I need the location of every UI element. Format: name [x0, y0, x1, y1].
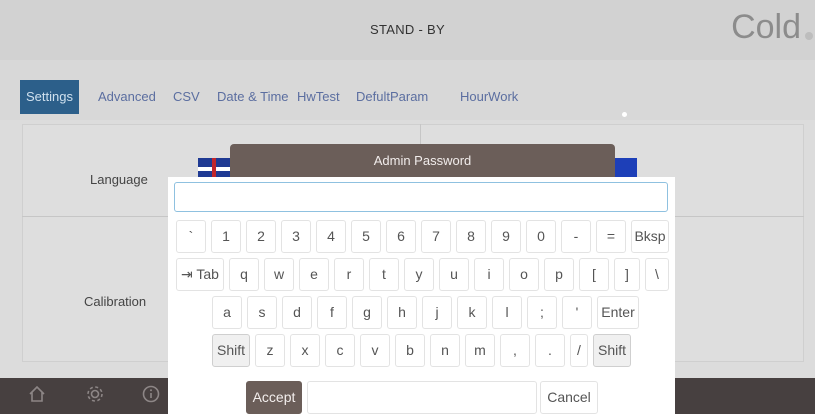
password-input[interactable] — [174, 182, 668, 212]
key-slash[interactable]: / — [570, 334, 588, 367]
key-t[interactable]: t — [369, 258, 399, 291]
key-7[interactable]: 7 — [421, 220, 451, 253]
key-n[interactable]: n — [430, 334, 460, 367]
key-e[interactable]: e — [299, 258, 329, 291]
language-label: Language — [90, 172, 148, 187]
key-3[interactable]: 3 — [281, 220, 311, 253]
key-d[interactable]: d — [282, 296, 312, 329]
key-8[interactable]: 8 — [456, 220, 486, 253]
dialog-header: Admin Password — [230, 144, 615, 178]
key-s[interactable]: s — [247, 296, 277, 329]
space-key[interactable] — [307, 381, 537, 414]
key-4[interactable]: 4 — [316, 220, 346, 253]
backspace-key[interactable]: Bksp — [631, 220, 669, 253]
key-o[interactable]: o — [509, 258, 539, 291]
enter-key[interactable]: Enter — [597, 296, 639, 329]
info-icon[interactable] — [140, 384, 162, 408]
key-w[interactable]: w — [264, 258, 294, 291]
key-right-bracket[interactable]: ] — [614, 258, 640, 291]
key-u[interactable]: u — [439, 258, 469, 291]
shift-key-right[interactable]: Shift — [593, 334, 631, 367]
shift-key-left[interactable]: Shift — [212, 334, 250, 367]
key-r[interactable]: r — [334, 258, 364, 291]
key-c[interactable]: c — [325, 334, 355, 367]
key-y[interactable]: y — [404, 258, 434, 291]
key-l[interactable]: l — [492, 296, 522, 329]
key-h[interactable]: h — [387, 296, 417, 329]
machine-status: STAND - BY — [370, 22, 445, 37]
key-period[interactable]: . — [535, 334, 565, 367]
key-minus[interactable]: - — [561, 220, 591, 253]
key-v[interactable]: v — [360, 334, 390, 367]
key-j[interactable]: j — [422, 296, 452, 329]
tab-key[interactable]: ⇥ Tab — [176, 258, 224, 291]
dialog-title: Admin Password — [373, 153, 472, 168]
virtual-keyboard: ` 1 2 3 4 5 6 7 8 9 0 - = Bksp ⇥ Tab q w… — [168, 177, 675, 414]
key-quote[interactable]: ' — [562, 296, 592, 329]
key-a[interactable]: a — [212, 296, 242, 329]
key-semicolon[interactable]: ; — [527, 296, 557, 329]
tab-advanced[interactable]: Advanced — [92, 80, 162, 114]
home-icon[interactable] — [26, 384, 48, 408]
tab-hwtest[interactable]: HwTest — [291, 80, 346, 114]
key-left-bracket[interactable]: [ — [579, 258, 609, 291]
key-comma[interactable]: , — [500, 334, 530, 367]
gear-icon[interactable] — [84, 384, 106, 408]
tab-hourwork[interactable]: HourWork — [454, 80, 524, 114]
key-backslash[interactable]: \ — [645, 258, 669, 291]
tab-settings[interactable]: Settings — [20, 80, 79, 114]
top-status-bar: STAND - BY Cold — [0, 0, 815, 60]
key-b[interactable]: b — [395, 334, 425, 367]
key-backtick[interactable]: ` — [176, 220, 206, 253]
key-2[interactable]: 2 — [246, 220, 276, 253]
key-f[interactable]: f — [317, 296, 347, 329]
key-g[interactable]: g — [352, 296, 382, 329]
tab-csv[interactable]: CSV — [167, 80, 206, 114]
tab-defultparam[interactable]: DefultParam — [350, 80, 434, 114]
key-p[interactable]: p — [544, 258, 574, 291]
accept-button[interactable]: Accept — [246, 381, 302, 414]
key-equals[interactable]: = — [596, 220, 626, 253]
key-k[interactable]: k — [457, 296, 487, 329]
key-0[interactable]: 0 — [526, 220, 556, 253]
key-z[interactable]: z — [255, 334, 285, 367]
key-1[interactable]: 1 — [211, 220, 241, 253]
tab-date-time[interactable]: Date & Time — [211, 80, 295, 114]
mode-indicator-icon — [805, 32, 813, 40]
key-m[interactable]: m — [465, 334, 495, 367]
mode-label: Cold — [731, 8, 801, 46]
calibration-label: Calibration — [84, 294, 147, 309]
indicator-dot — [622, 112, 627, 117]
key-5[interactable]: 5 — [351, 220, 381, 253]
cancel-button[interactable]: Cancel — [540, 381, 598, 414]
key-q[interactable]: q — [229, 258, 259, 291]
key-x[interactable]: x — [290, 334, 320, 367]
tab-bar: Settings Advanced CSV Date & Time HwTest… — [0, 60, 815, 120]
key-9[interactable]: 9 — [491, 220, 521, 253]
key-i[interactable]: i — [474, 258, 504, 291]
key-6[interactable]: 6 — [386, 220, 416, 253]
